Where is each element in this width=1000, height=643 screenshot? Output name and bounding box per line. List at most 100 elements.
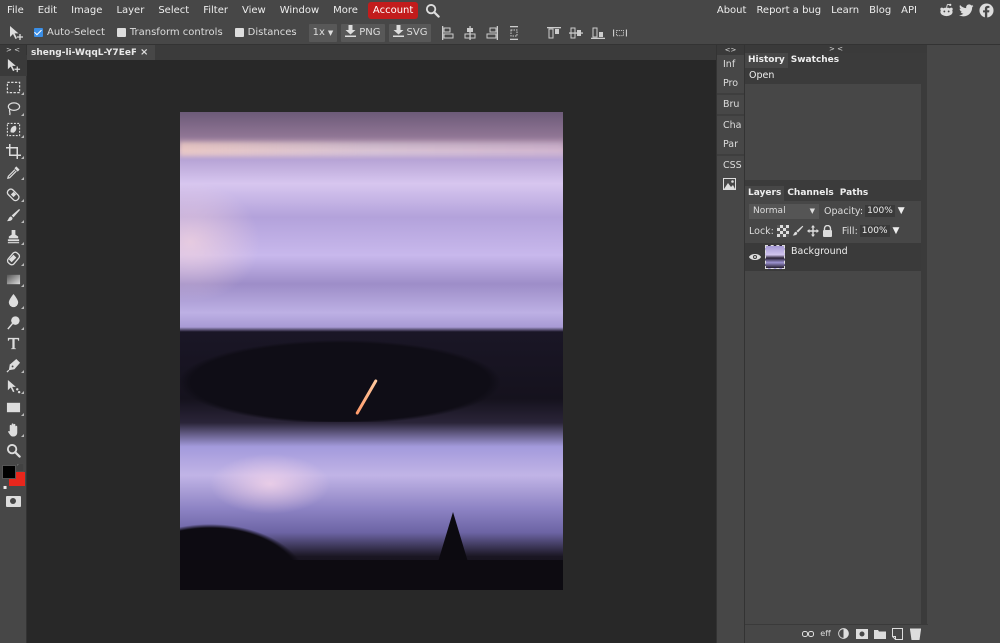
account-button[interactable]: Account (367, 2, 419, 19)
tab-layers[interactable]: Layers (745, 186, 785, 201)
document-tab[interactable]: sheng-li-WqqL-Y7EeFE-unsplash × (27, 45, 155, 60)
search-icon[interactable] (423, 2, 441, 20)
quick-mask-button[interactable] (5, 496, 21, 508)
menu-select[interactable]: Select (151, 0, 196, 21)
reset-colors-icon[interactable]: ▪ (3, 484, 7, 491)
panel-css-button[interactable]: CSS (717, 156, 744, 175)
canvas-image[interactable] (180, 112, 563, 590)
export-svg-button[interactable]: SVG (388, 23, 432, 42)
menu-edit[interactable]: Edit (31, 0, 64, 21)
tab-history[interactable]: History (745, 53, 788, 68)
link-learn[interactable]: Learn (826, 0, 864, 21)
tab-swatches[interactable]: Swatches (787, 53, 843, 68)
tab-channels[interactable]: Channels (784, 186, 837, 201)
layer-name[interactable]: Background (791, 246, 848, 257)
link-layers-icon[interactable] (801, 628, 814, 640)
distribute-horizontal-icon[interactable] (613, 26, 628, 40)
eye-icon[interactable] (745, 253, 765, 261)
layer-row[interactable]: Background (745, 243, 921, 271)
panels-collapse-button[interactable]: > < (745, 45, 927, 53)
menu-layer[interactable]: Layer (109, 0, 151, 21)
align-top-icon[interactable] (547, 26, 562, 40)
opacity-slider-toggle[interactable]: ▼ (898, 206, 905, 216)
align-middle-vertical-icon[interactable] (569, 26, 584, 40)
adjustment-layer-icon[interactable] (837, 628, 850, 640)
checkbox-unchecked-icon[interactable] (234, 28, 244, 37)
link-blog[interactable]: Blog (864, 0, 896, 21)
path-select-tool[interactable] (0, 376, 27, 397)
lock-all-icon[interactable] (822, 225, 834, 237)
gradient-tool[interactable] (0, 269, 27, 290)
menu-more[interactable]: More (326, 0, 365, 21)
eyedropper-tool[interactable] (0, 162, 27, 183)
menu-image[interactable]: Image (64, 0, 109, 21)
align-left-icon[interactable] (441, 25, 455, 40)
link-api[interactable]: API (896, 0, 922, 21)
fill-slider-toggle[interactable]: ▼ (893, 226, 900, 236)
menu-window[interactable]: Window (273, 0, 326, 21)
opacity-input[interactable]: 100% (865, 205, 895, 217)
align-right-icon[interactable] (485, 25, 499, 40)
clone-stamp-tool[interactable] (0, 226, 27, 247)
lock-pixels-icon[interactable] (792, 225, 804, 237)
hand-tool[interactable] (0, 419, 27, 440)
fill-input[interactable]: 100% (859, 225, 890, 237)
panel-info-button[interactable]: Inf (717, 55, 744, 74)
new-layer-icon[interactable] (891, 627, 904, 640)
export-png-button[interactable]: PNG (341, 23, 385, 42)
align-center-horizontal-icon[interactable] (463, 25, 477, 40)
lasso-tool[interactable] (0, 98, 27, 119)
move-tool[interactable] (0, 55, 27, 77)
distribute-vertical-icon[interactable] (507, 25, 521, 40)
marquee-tool[interactable] (0, 76, 27, 97)
panel-paragraph-button[interactable]: Par (717, 135, 744, 154)
menu-view[interactable]: View (235, 0, 273, 21)
tab-paths[interactable]: Paths (836, 186, 872, 201)
transform-controls-checkbox[interactable]: Transform controls (116, 27, 223, 38)
scale-dropdown[interactable]: 1x ▼ (308, 23, 338, 42)
add-mask-icon[interactable] (855, 628, 868, 640)
brush-tool[interactable] (0, 205, 27, 226)
text-tool[interactable] (0, 333, 27, 354)
history-item[interactable]: Open (745, 68, 921, 84)
link-about[interactable]: About (712, 0, 752, 21)
close-icon[interactable]: × (140, 47, 148, 58)
healing-tool[interactable] (0, 183, 27, 204)
layer-effects-button[interactable]: eff (819, 628, 832, 640)
checkbox-checked-icon[interactable] (34, 28, 43, 37)
reddit-icon[interactable] (938, 2, 954, 18)
toolbar-collapse-button[interactable]: > < (0, 45, 26, 55)
new-group-icon[interactable] (873, 628, 886, 640)
align-bottom-icon[interactable] (591, 26, 606, 40)
link-report-bug[interactable]: Report a bug (751, 0, 826, 21)
menu-filter[interactable]: Filter (196, 0, 235, 21)
lock-position-icon[interactable] (806, 225, 819, 237)
crop-icon (6, 143, 21, 159)
blur-tool[interactable] (0, 290, 27, 311)
move-tool-icon (4, 21, 28, 45)
crop-tool[interactable] (0, 141, 27, 162)
canvas-area[interactable] (27, 60, 716, 643)
swap-colors-icon[interactable]: ⬛ (16, 464, 25, 472)
blend-mode-dropdown[interactable]: Normal ▼ (749, 203, 819, 219)
checkbox-unchecked-icon[interactable] (116, 28, 126, 37)
quick-select-tool[interactable] (0, 119, 27, 140)
panel-brush-button[interactable]: Bru (717, 95, 744, 114)
pen-tool[interactable] (0, 354, 27, 375)
distances-checkbox[interactable]: Distances (234, 27, 297, 38)
twitter-icon[interactable] (958, 2, 974, 18)
menu-file[interactable]: File (0, 0, 31, 21)
eraser-tool[interactable] (0, 248, 27, 269)
panel-image-button[interactable] (717, 175, 744, 193)
auto-select-checkbox[interactable]: Auto-Select (34, 27, 105, 38)
dodge-tool[interactable] (0, 312, 27, 333)
shape-tool[interactable] (0, 397, 27, 418)
mini-panels-collapse-button[interactable]: <> (717, 45, 744, 55)
lock-transparency-icon[interactable] (776, 225, 789, 237)
foreground-color[interactable] (2, 465, 16, 480)
facebook-icon[interactable] (978, 2, 994, 18)
panel-properties-button[interactable]: Pro (717, 74, 744, 93)
delete-layer-icon[interactable] (909, 628, 922, 640)
zoom-tool[interactable] (0, 440, 27, 461)
panel-character-button[interactable]: Cha (717, 116, 744, 135)
